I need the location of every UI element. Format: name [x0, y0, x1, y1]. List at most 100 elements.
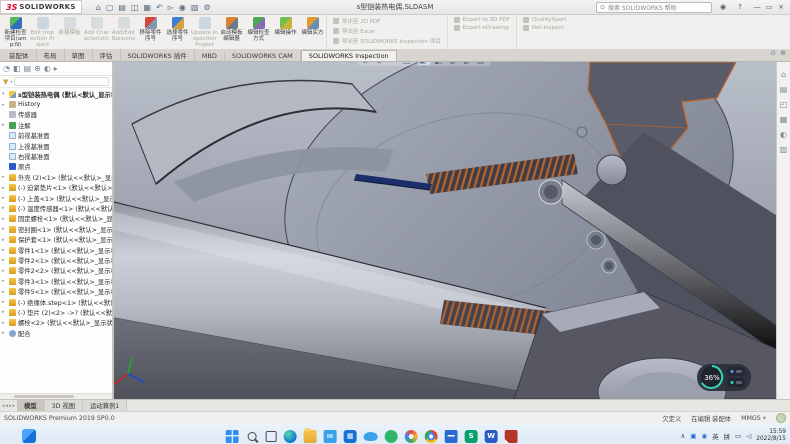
tree-item[interactable]: ▸ (-) 绝缘体.step<1> (默认<<默认>: [0, 297, 112, 307]
export-item[interactable]: 导出至 2D PDF: [333, 17, 441, 25]
ribbon-button[interactable]: 编辑检查方式: [245, 15, 272, 49]
tree-item[interactable]: ▸ 螺栓<2> (默认<<默认>_显示状态: [0, 318, 112, 328]
expand-icon[interactable]: ▸: [2, 330, 7, 336]
quick-access-icon[interactable]: ↶: [156, 3, 163, 12]
tree-item[interactable]: ▸ (-) 上盖<1> (默认<<默认>_显示状: [0, 193, 112, 203]
panel-tab-icon[interactable]: ◔: [3, 64, 10, 73]
taskbar-app-icon[interactable]: ✉: [324, 430, 337, 443]
expand-icon[interactable]: ▸: [2, 268, 7, 274]
expand-icon[interactable]: ▸: [2, 257, 7, 263]
export-item[interactable]: Export to 3D PDF: [454, 17, 510, 23]
filter-funnel-icon[interactable]: ▼: [3, 78, 8, 86]
view-tool-icon[interactable]: ◳▾: [403, 62, 414, 65]
taskbar-app-icon[interactable]: [304, 430, 317, 443]
ribbon-button[interactable]: 新建检查项目(amp;N): [2, 15, 29, 49]
panel-horizontal-scrollbar[interactable]: [0, 393, 112, 399]
ribbon-tab[interactable]: 评估: [93, 49, 121, 61]
tree-item[interactable]: ▸ (-) 温度传感器<1> (默认<<默认>_: [0, 203, 112, 213]
graphics-viewport[interactable]: ⊙▾ ⊕▾ ↶▾ ◳▾ ▣▾ ◧▾: [114, 62, 776, 399]
tree-item[interactable]: ▸ 零件3<1> (默认<<默认>_显示状态: [0, 276, 112, 286]
filter-input[interactable]: [14, 77, 109, 86]
export-item[interactable]: Export eDrawing: [454, 25, 510, 31]
tree-item[interactable]: ▸ History: [0, 99, 112, 109]
expand-icon[interactable]: ▸: [2, 102, 7, 108]
expand-icon[interactable]: ▸: [2, 185, 7, 191]
tree-item[interactable]: ▸ 保护套<1> (默认<<默认>_显示状: [0, 234, 112, 244]
quick-access-icon[interactable]: ⌂: [96, 3, 101, 12]
taskbar-app-icon[interactable]: ▦: [344, 430, 357, 443]
view-tool-icon[interactable]: ↶▾: [389, 62, 399, 65]
view-tool-icon[interactable]: ◧▾: [434, 62, 445, 65]
tree-root-row[interactable]: ▾ s型铠装热电偶 (默认<默认_显示状态-1>: [0, 89, 112, 99]
view-tool-icon[interactable]: ⊙▾: [362, 62, 372, 65]
tree-item[interactable]: 原点: [0, 162, 112, 172]
view-tool-icon[interactable]: ◉▾: [449, 62, 459, 65]
export-item[interactable]: QualityXpert: [523, 17, 567, 23]
tree-item[interactable]: 上视基准面: [0, 141, 112, 151]
units-selector[interactable]: MMGS ▾: [741, 415, 766, 422]
expand-icon[interactable]: ▸: [2, 299, 7, 305]
ribbon-button[interactable]: 编辑操作: [272, 15, 299, 49]
view-tool-icon[interactable]: ◐▾: [463, 62, 473, 65]
tree-item[interactable]: 前视基准面: [0, 131, 112, 141]
tab-nav-arrow[interactable]: ▸: [9, 403, 12, 409]
window-control-button[interactable]: ×: [775, 3, 787, 11]
ribbon-button[interactable]: Add Characteristic: [83, 15, 110, 49]
taskbar-app-icon[interactable]: [266, 431, 277, 442]
document-tab[interactable]: 运动算例1: [83, 400, 127, 411]
window-control-button[interactable]: ▭: [763, 3, 775, 11]
help-search-input[interactable]: ⊙ 搜索 SOLIDWORKS 帮助: [596, 2, 712, 13]
taskbar-app-icon[interactable]: [445, 430, 458, 443]
tree-item[interactable]: ▸ 固定螺栓<1> (默认<<默认>_显示: [0, 214, 112, 224]
tray-icon[interactable]: ∧: [681, 432, 686, 440]
ribbon-button[interactable]: Edit Inspection Project: [29, 15, 56, 49]
quick-access-icon[interactable]: ◉: [179, 3, 186, 12]
taskbar-app-icon[interactable]: [284, 430, 297, 443]
tree-item[interactable]: ▸ 密封圈<1> (默认<<默认>_显示状: [0, 224, 112, 234]
tree-item[interactable]: ▸ 配合: [0, 328, 112, 338]
expand-icon[interactable]: ▸: [2, 174, 7, 180]
export-item[interactable]: 导出至 Excel: [333, 27, 441, 35]
tray-icon[interactable]: ◁: [746, 432, 751, 440]
view-tool-icon[interactable]: ▣▾: [418, 62, 431, 65]
panel-tab-icon[interactable]: ◐: [44, 64, 51, 73]
quick-access-icon[interactable]: ▢: [106, 3, 114, 12]
document-tab[interactable]: 3D 视图: [45, 400, 83, 411]
taskbar-app-icon[interactable]: W: [485, 430, 498, 443]
window-control-button[interactable]: —: [751, 3, 763, 11]
expand-icon[interactable]: ▸: [2, 226, 7, 232]
scrollbar-thumb[interactable]: [14, 395, 74, 398]
ribbon-tab[interactable]: SOLIDWORKS CAM: [225, 51, 301, 61]
help-icon[interactable]: ?: [734, 3, 746, 11]
export-item[interactable]: 导出至 SOLIDWORKS Inspection 项目: [333, 37, 441, 45]
tray-icon[interactable]: 英: [712, 431, 719, 441]
tree-item[interactable]: ▸ (-) 迫紧垫片<1> (默认<<默认>_显: [0, 183, 112, 193]
tree-item[interactable]: 传感器: [0, 110, 112, 120]
tree-item[interactable]: ▸ 零件2<1> (默认<<默认>_显示状态: [0, 255, 112, 265]
ribbon-tab[interactable]: MBD: [195, 51, 225, 61]
expand-icon[interactable]: ▸: [2, 247, 7, 253]
taskbar-app-icon[interactable]: [425, 430, 438, 443]
taskbar-app-icon[interactable]: [226, 430, 239, 443]
expand-icon[interactable]: ▸: [2, 216, 7, 222]
zoom-indicator-widget[interactable]: 36%: [697, 364, 751, 391]
tab-nav-arrow[interactable]: ◂: [2, 403, 5, 409]
ribbon-tab[interactable]: SOLIDWORKS 插件: [121, 49, 195, 61]
ribbon-tab[interactable]: SOLIDWORKS Inspection: [301, 50, 397, 61]
tree-item[interactable]: ▸ 注解: [0, 120, 112, 130]
ribbon-button[interactable]: 编辑实方: [299, 15, 326, 49]
expand-icon[interactable]: ▸: [2, 205, 7, 211]
quick-access-icon[interactable]: ▦: [144, 3, 152, 12]
expand-icon[interactable]: ▸: [2, 289, 7, 295]
tray-icon[interactable]: ◉: [701, 432, 707, 440]
ribbon-button[interactable]: 选择零件序号: [164, 15, 191, 49]
ribbon-button[interactable]: 启动模板编辑器: [218, 15, 245, 49]
expand-icon[interactable]: ▸: [2, 237, 7, 243]
panel-tab-icon[interactable]: ⊕: [34, 64, 41, 73]
expand-icon[interactable]: ▸: [2, 195, 7, 201]
tree-item[interactable]: ▸ 零件5<1> (默认<<默认>_显示状态: [0, 286, 112, 296]
ribbon-button[interactable]: 移除零件序号: [137, 15, 164, 49]
taskbar-app-icon[interactable]: [405, 430, 418, 443]
panel-tab-icon[interactable]: ▸: [54, 64, 58, 73]
ribbon-tab[interactable]: 布局: [37, 49, 65, 61]
